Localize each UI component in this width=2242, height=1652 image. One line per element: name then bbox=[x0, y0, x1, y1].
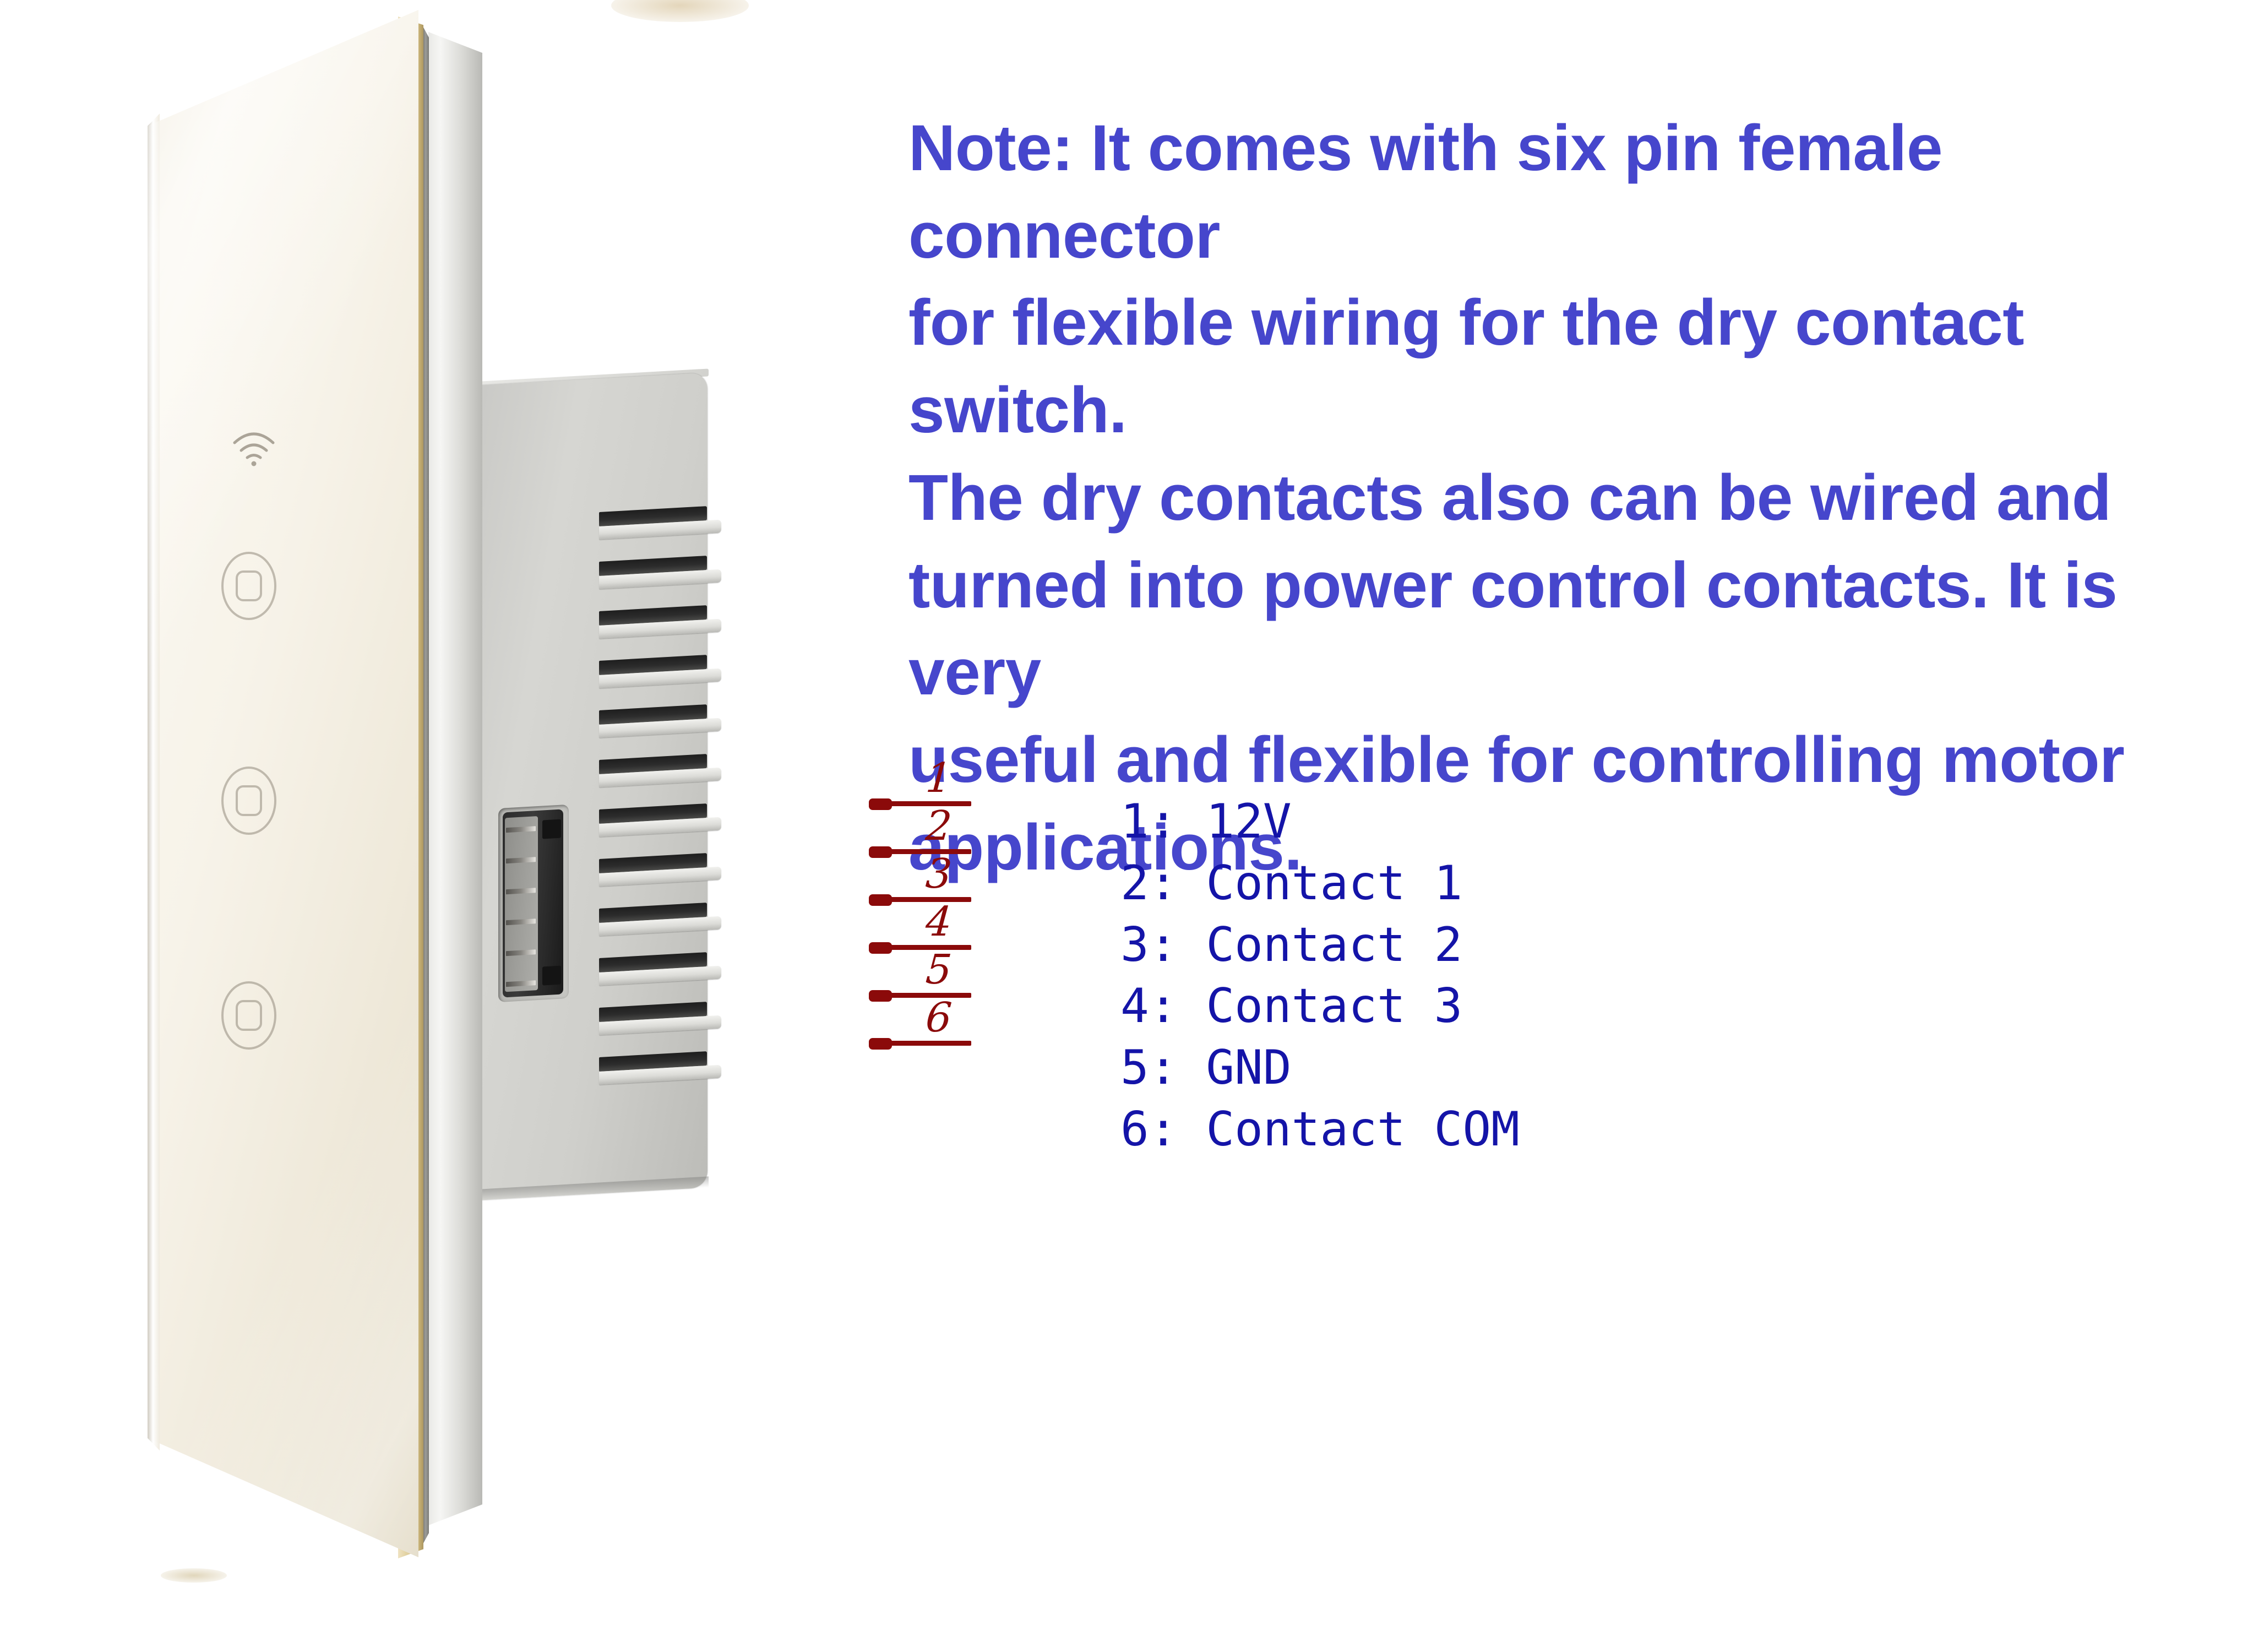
connector-pin bbox=[506, 980, 536, 987]
connector-latch-top bbox=[542, 819, 561, 839]
photo-highlight-smudge-top bbox=[611, 0, 749, 22]
note-block: Note: It comes with six pin female conne… bbox=[908, 105, 2235, 891]
pin-terminal-cap bbox=[869, 1038, 892, 1050]
six-pin-female-connector bbox=[498, 804, 569, 1002]
pin-lead-line bbox=[888, 1041, 971, 1046]
photo-shadow-smudge-bottom bbox=[161, 1568, 227, 1583]
pin-legend-row: 2: Contact 1 bbox=[1120, 855, 1463, 911]
connector-pin bbox=[506, 888, 536, 895]
pin-number-label: 5 bbox=[924, 946, 954, 993]
pin-legend-row: 1: 12V bbox=[1120, 794, 1292, 849]
pin-number-label: 2 bbox=[924, 802, 954, 850]
mounting-bracket-strip bbox=[428, 32, 482, 1525]
note-paragraph: Note: It comes with six pin female conne… bbox=[908, 112, 2125, 884]
connector-latch-bottom bbox=[542, 965, 561, 986]
pin-legend-list: 1: 12V 2: Contact 1 3: Contact 2 4: Contact… bbox=[1120, 791, 1781, 1161]
pin-number-label: 6 bbox=[924, 994, 954, 1041]
product-photo bbox=[0, 0, 826, 1652]
pin-number-label: 4 bbox=[924, 898, 954, 945]
connector-shell bbox=[503, 809, 563, 998]
glass-left-bevel bbox=[148, 113, 160, 1451]
connector-pin bbox=[506, 857, 536, 864]
connector-pin bbox=[506, 826, 536, 833]
connector-pin bbox=[506, 919, 536, 926]
pin-diagram: 123456 bbox=[869, 754, 1051, 1140]
pin-row: 6 bbox=[869, 994, 1034, 1055]
screenshot-canvas: Note: It comes with six pin female conne… bbox=[0, 0, 2242, 1652]
connector-pin-block bbox=[505, 816, 538, 992]
ventilation-fin-stack bbox=[599, 506, 721, 1107]
pin-number-label: 1 bbox=[924, 754, 954, 802]
pin-number-label: 3 bbox=[924, 850, 954, 898]
pin-legend-row: 5: GND bbox=[1120, 1040, 1292, 1096]
pin-legend-row: 3: Contact 2 bbox=[1120, 917, 1463, 972]
pin-legend-row: 6: Contact COM bbox=[1120, 1101, 1520, 1157]
pin-legend-row: 4: Contact 3 bbox=[1120, 979, 1463, 1034]
glass-face bbox=[148, 10, 418, 1557]
connector-pin bbox=[506, 949, 536, 957]
glass-faceplate bbox=[148, 10, 482, 1558]
